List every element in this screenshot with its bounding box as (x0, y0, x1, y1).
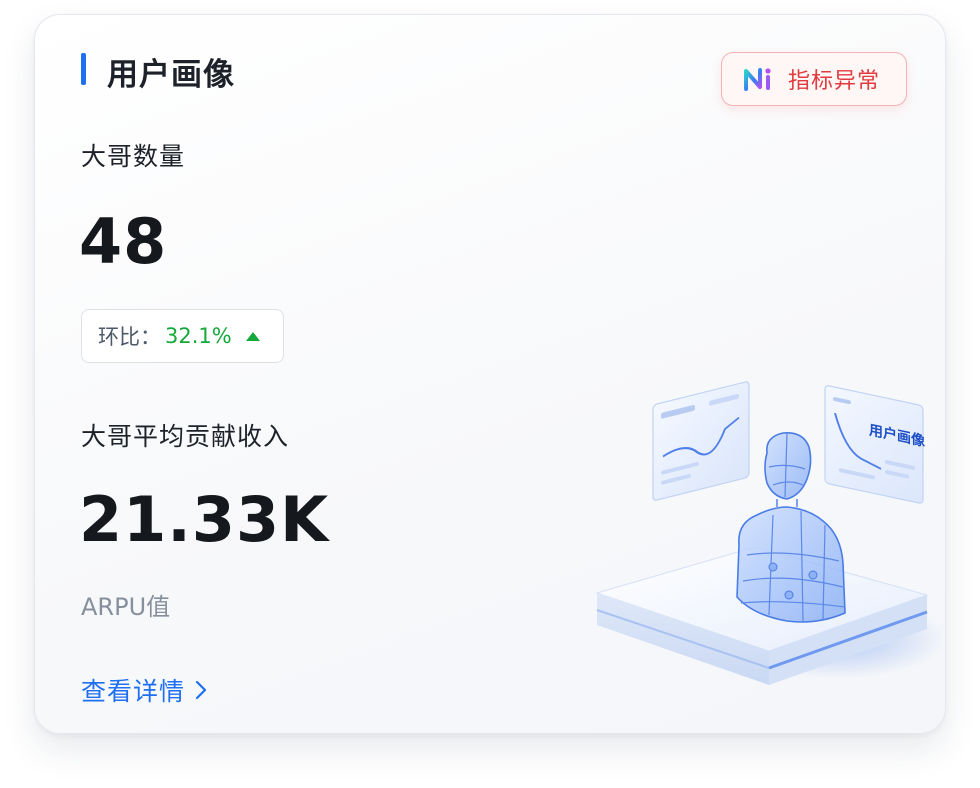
secondary-metric-value: 21.33K (79, 483, 330, 556)
user-portrait-illustration: 用户画像 (595, 381, 943, 685)
primary-metric-label: 大哥数量 (81, 142, 186, 171)
change-value: 32.1% (165, 324, 232, 348)
secondary-metric-label: 大哥平均贡献收入 (81, 422, 290, 451)
chevron-right-icon (195, 680, 207, 700)
arpu-label: ARPU值 (81, 593, 171, 621)
ai-logo-icon (744, 68, 771, 91)
triangle-up-icon (245, 331, 260, 341)
title-accent-bar (81, 53, 86, 85)
card-title: 用户画像 (107, 57, 235, 93)
change-label: 环比： (98, 325, 161, 349)
change-badge: 环比： 32.1% (81, 309, 284, 363)
metric-anomaly-label: 指标异常 (788, 69, 881, 94)
user-portrait-card: 用户画像 指标异常 大哥数量 48 环比： 32.1% 大哥平均贡献收入 21.… (34, 14, 946, 734)
primary-metric-value: 48 (79, 205, 168, 278)
metric-anomaly-button[interactable]: 指标异常 (721, 52, 907, 106)
view-details-link[interactable]: 查看详情 (81, 672, 207, 708)
view-details-label: 查看详情 (81, 677, 186, 706)
